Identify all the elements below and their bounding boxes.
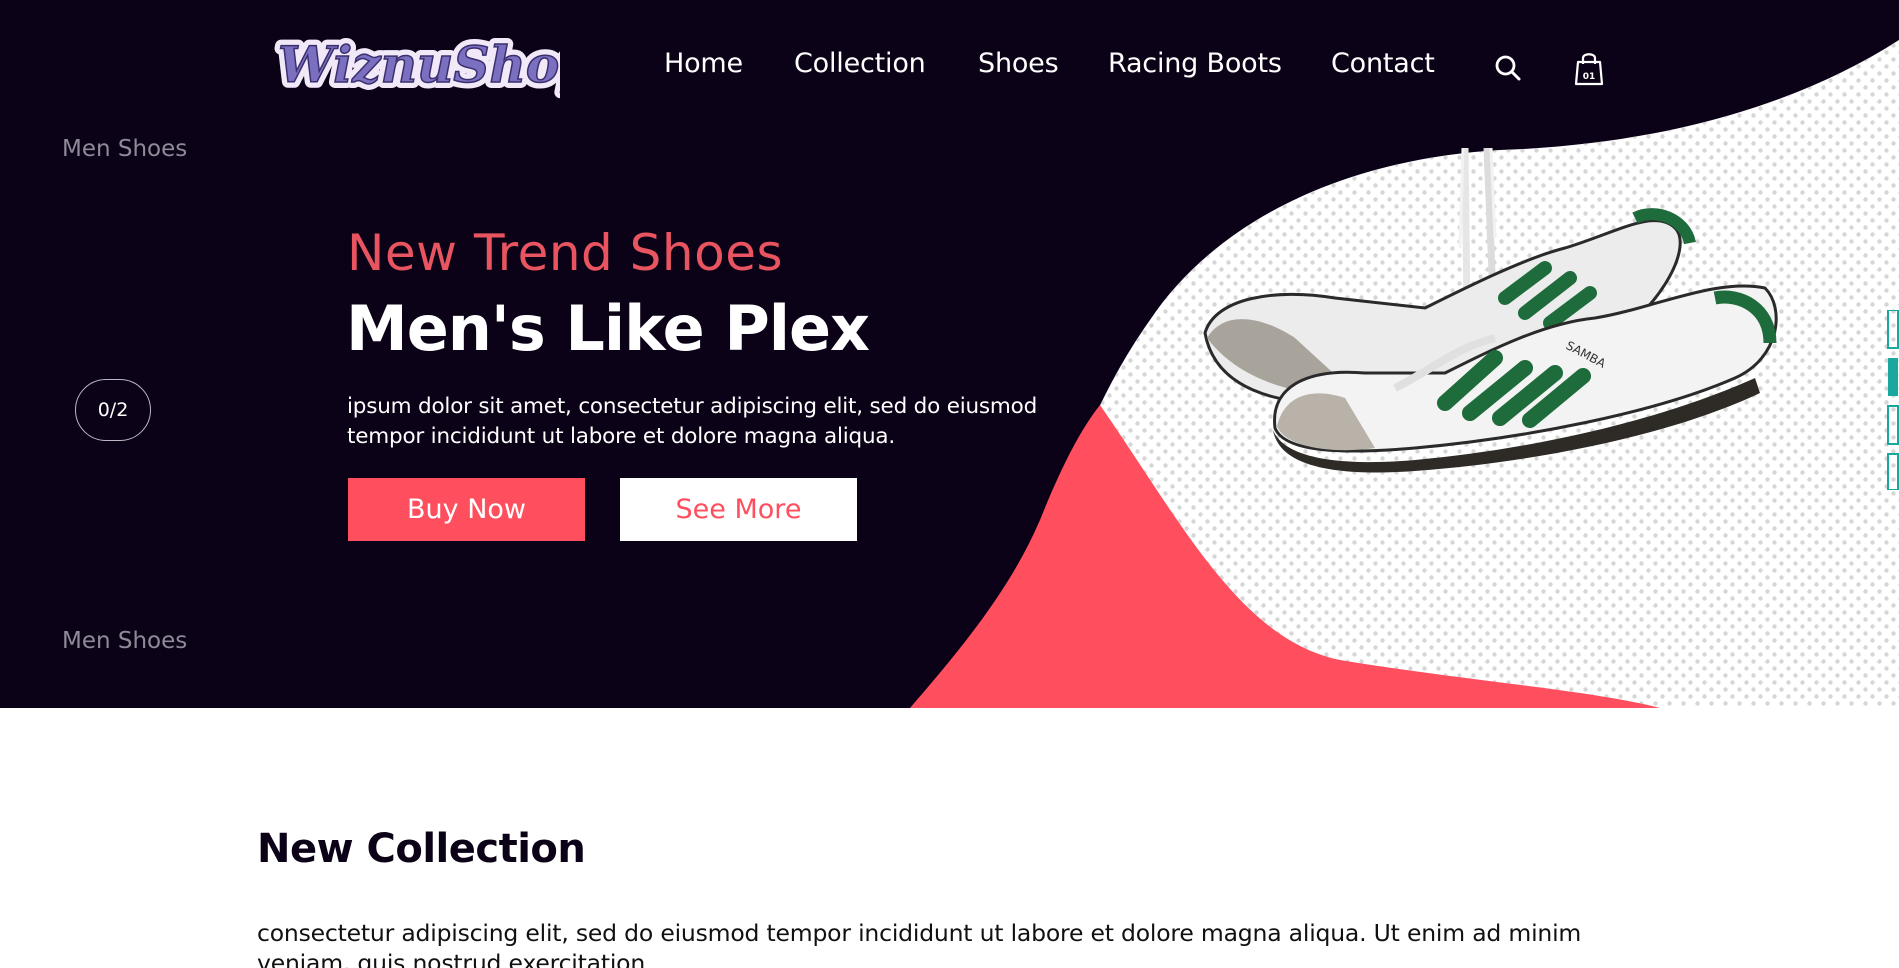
see-more-button[interactable]: See More <box>620 478 857 541</box>
shopping-bag-icon[interactable]: 01 <box>1574 50 1604 86</box>
nav-contact[interactable]: Contact <box>1331 48 1435 79</box>
hero-description: ipsum dolor sit amet, consectetur adipis… <box>347 394 1038 449</box>
sneaker-image: SAMBA <box>1203 148 1778 473</box>
new-collection-title: New Collection <box>257 826 586 872</box>
slide-pager[interactable]: 0/2 <box>75 379 151 441</box>
cart-count: 01 <box>1583 72 1596 82</box>
nav-racing-boots[interactable]: Racing Boots <box>1108 48 1282 79</box>
side-label-top: Men Shoes <box>62 136 188 162</box>
wiznushop-logo[interactable]: WiznuShop WiznuShop <box>270 26 560 102</box>
hero-section: WiznuShop WiznuShop Home Collection Shoe… <box>0 0 1899 708</box>
nav-collection[interactable]: Collection <box>794 48 926 79</box>
nav-home[interactable]: Home <box>664 48 743 79</box>
hero-subtitle: New Trend Shoes <box>347 224 784 282</box>
svg-text:WiznuShop: WiznuShop <box>278 35 560 94</box>
new-collection-text: consectetur adipiscing elit, sed do eius… <box>257 919 1582 968</box>
hero-title: Men's Like Plex <box>346 292 870 365</box>
search-icon[interactable] <box>1494 54 1522 82</box>
side-label-bottom: Men Shoes <box>62 628 188 654</box>
nav-shoes[interactable]: Shoes <box>978 48 1059 79</box>
slide-indicators[interactable] <box>1884 310 1899 490</box>
buy-now-button[interactable]: Buy Now <box>348 478 585 541</box>
